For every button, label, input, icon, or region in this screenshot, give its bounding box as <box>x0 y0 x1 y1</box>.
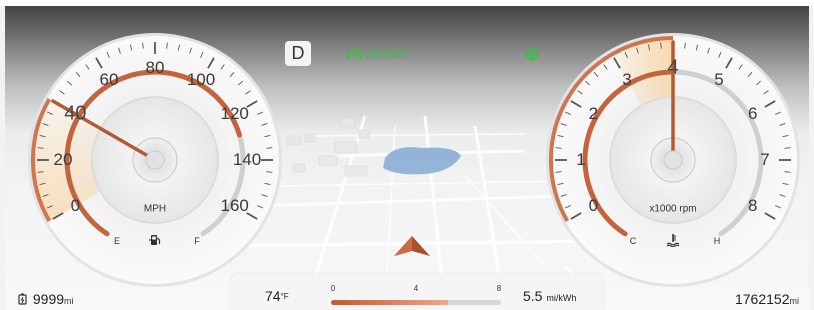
efficiency-value: 5.5 <box>523 288 543 304</box>
range-value: 9999 <box>32 291 65 307</box>
odometer-readout: 1762152mi <box>735 291 799 307</box>
speed-tick-label: 0 <box>70 196 81 215</box>
odometer-value: 1762152 <box>734 291 790 307</box>
trip-info-bar: 74°F 0 4 8 5.5 mi/kWh <box>231 274 603 310</box>
minor-tick <box>37 171 44 173</box>
rpm-tick-label: 1 <box>576 150 586 169</box>
range-unit: mi <box>64 296 74 306</box>
cruise-control-icon <box>346 49 362 60</box>
speed-unit-label: MPH <box>143 203 167 215</box>
navigation-arrow-icon <box>394 236 430 256</box>
temperature-value: 74 <box>265 288 281 304</box>
minor-tick <box>142 42 144 49</box>
efficiency-bar-track <box>331 300 501 305</box>
gear-indicator: D <box>285 41 311 66</box>
minor-tick <box>784 147 791 149</box>
speed-tick-label: 100 <box>186 70 216 90</box>
speedometer: 0 20 40 60 80 100 120 140 160 MPH E F <box>27 32 283 288</box>
efficiency-bar-fill <box>331 300 449 305</box>
efficiency-scale-min: 0 <box>330 284 336 293</box>
speed-tick-label: 120 <box>220 104 249 123</box>
rpm-tick-label: 6 <box>747 104 758 123</box>
coolant-temperature-icon <box>666 234 680 247</box>
speed-tick-label: 40 <box>64 102 87 125</box>
rpm-unit-label: x1000 rpm <box>649 203 697 215</box>
rpm-tick-label: 2 <box>588 104 599 123</box>
rpm-tick-label: 8 <box>747 196 758 215</box>
cruise-indicator: CRUISE <box>346 47 406 63</box>
rpm-tick-label: 4 <box>667 56 679 79</box>
efficiency-scale-mid: 4 <box>413 284 419 293</box>
efficiency-gauge: 0 4 8 <box>331 284 501 310</box>
temp-cold-label: C <box>629 236 637 246</box>
cruise-label: CRUISE <box>364 49 406 61</box>
steering-wheel-icon <box>525 47 539 61</box>
fuel-pump-icon <box>149 235 161 245</box>
rpm-tick-label: 5 <box>714 70 724 90</box>
minor-tick <box>660 42 662 49</box>
speed-tick-label: 20 <box>53 150 73 169</box>
temp-hot-label: H <box>713 236 721 246</box>
minor-tick <box>266 171 273 173</box>
minor-tick <box>555 147 562 149</box>
speed-tick-label: 60 <box>99 70 119 90</box>
efficiency-readout: 5.5 mi/kWh <box>523 288 576 304</box>
fuel-full-label: F <box>194 236 200 246</box>
cluster-display: D CRUISE 0 20 40 60 80 100 120 140 160 M… <box>5 6 809 310</box>
minor-tick <box>166 42 168 49</box>
speed-tick-label: 140 <box>232 150 262 169</box>
speed-tick-label: 80 <box>145 58 165 77</box>
rpm-tick-label: 3 <box>622 70 632 90</box>
fuel-empty-label: E <box>113 236 121 246</box>
efficiency-unit: mi/kWh <box>546 293 577 303</box>
minor-tick <box>555 171 562 173</box>
odometer-unit: mi <box>789 296 800 306</box>
speed-tick-label: 160 <box>220 196 249 215</box>
instrument-cluster-screen: D CRUISE 0 20 40 60 80 100 120 140 160 M… <box>0 0 814 310</box>
rpm-tick-label: 0 <box>588 196 599 215</box>
minor-tick <box>37 147 44 149</box>
tachometer: 0 1 2 3 4 5 6 7 8 x1000 rpm C H <box>545 32 801 288</box>
minor-tick <box>684 42 686 49</box>
outside-temperature: 74°F <box>265 288 289 304</box>
minor-tick <box>784 171 791 173</box>
minor-tick <box>266 147 273 149</box>
efficiency-scale-max: 8 <box>496 284 502 293</box>
range-readout: 9999mi <box>18 291 74 307</box>
battery-icon <box>18 293 27 305</box>
rpm-tick-label: 7 <box>760 150 770 169</box>
temperature-unit: °F <box>280 292 289 301</box>
